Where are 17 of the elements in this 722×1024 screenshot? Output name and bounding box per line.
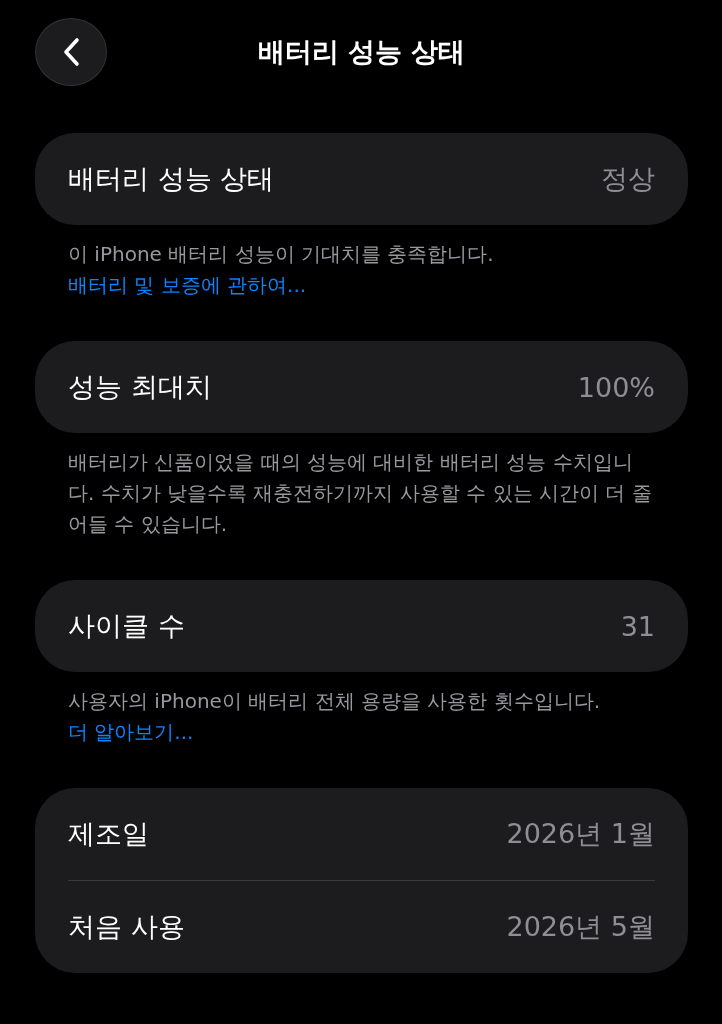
row-label: 성능 최대치 — [68, 370, 212, 404]
row-label: 제조일 — [68, 817, 149, 851]
row-value: 31 — [620, 610, 655, 642]
info-link[interactable]: 더 알아보기... — [68, 720, 194, 744]
row-value: 100% — [577, 371, 655, 403]
row-label: 사이클 수 — [68, 609, 185, 643]
row-value: 2026년 5월 — [506, 910, 655, 944]
page-title: 배터리 성능 상태 — [257, 35, 466, 69]
footnote-text: 이 iPhone 배터리 성능이 기대치를 충족합니다. 배터리 및 보증에 관하여... — [68, 241, 495, 299]
row-value: 정상 — [601, 162, 655, 196]
info-link[interactable]: 배터리 및 보증에 관하여... — [68, 273, 307, 297]
row-value: 2026년 1월 — [506, 817, 655, 851]
footnote-text: 사용자의 iPhone이 배터리 전체 용량을 사용한 횟수입니다. 더 알아보기... — [68, 688, 601, 746]
chevron-left-icon — [62, 37, 80, 67]
row-label: 배터리 성능 상태 — [68, 162, 275, 196]
footnote-text: 배터리가 신품이었을 때의 성능에 대비한 배터리 성능 수치입니다. 수치가 낮을수록 재충전하기까지 사용할 수 있는 시간이 더 줄어들 수 있습니다. — [68, 449, 653, 538]
row-label: 처음 사용 — [68, 910, 185, 944]
